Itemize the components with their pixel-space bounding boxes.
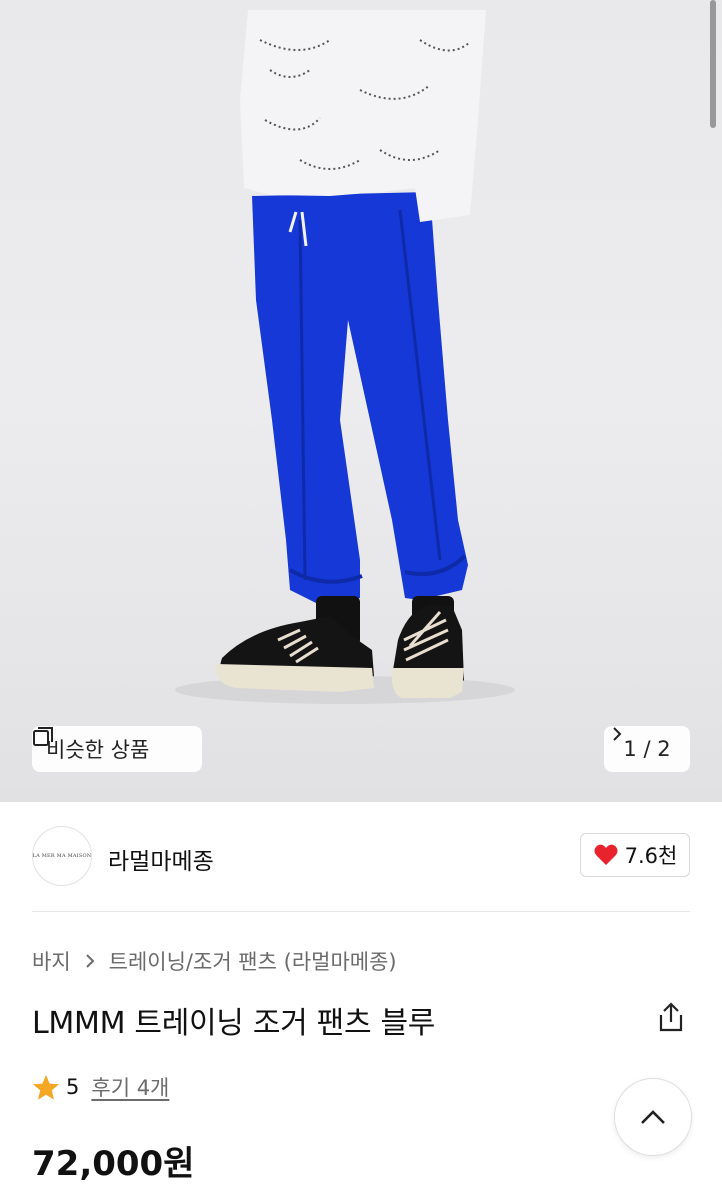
rating-row: 5 후기 4개 — [32, 1072, 169, 1102]
brand-logo-text: LA MER MA MAISON — [32, 853, 92, 859]
chevron-right-icon — [85, 954, 95, 968]
breadcrumb-category[interactable]: 바지 — [32, 946, 71, 976]
rating-score: 5 — [66, 1075, 80, 1099]
product-title: LMMM 트레이닝 조거 팬츠 블루 — [32, 1006, 436, 1041]
like-button[interactable]: 7.6천 — [580, 833, 690, 877]
brand-logo[interactable]: LA MER MA MAISON — [32, 826, 92, 886]
image-pager-count: 1 / 2 — [623, 737, 671, 761]
divider — [32, 911, 690, 912]
similar-products-icon — [33, 727, 53, 746]
breadcrumb-subcategory[interactable]: 트레이닝/조거 팬츠 (라멀마메종) — [109, 946, 397, 976]
scroll-to-top-button[interactable] — [614, 1078, 692, 1156]
product-image[interactable]: 비슷한 상품 1 / 2 — [0, 0, 722, 802]
image-scrollbar[interactable] — [710, 0, 716, 128]
share-icon[interactable] — [656, 1001, 686, 1033]
product-photo — [175, 10, 515, 704]
like-count: 7.6천 — [624, 844, 678, 868]
heart-icon — [594, 844, 618, 865]
reviews-link[interactable]: 후기 4개 — [91, 1072, 169, 1102]
chevron-up-icon — [641, 1110, 665, 1124]
product-price: 72,000원 — [32, 1144, 195, 1184]
similar-products-button[interactable]: 비슷한 상품 — [32, 726, 202, 772]
brand-row[interactable]: LA MER MA MAISON 라멀마메종 7.6천 — [32, 826, 690, 888]
chevron-right-icon — [613, 727, 622, 741]
similar-products-label: 비슷한 상품 — [46, 738, 150, 762]
star-icon — [33, 1074, 59, 1100]
brand-name[interactable]: 라멀마메종 — [108, 842, 214, 876]
image-pager[interactable]: 1 / 2 — [604, 726, 690, 772]
breadcrumb: 바지 트레이닝/조거 팬츠 (라멀마메종) — [32, 946, 397, 976]
